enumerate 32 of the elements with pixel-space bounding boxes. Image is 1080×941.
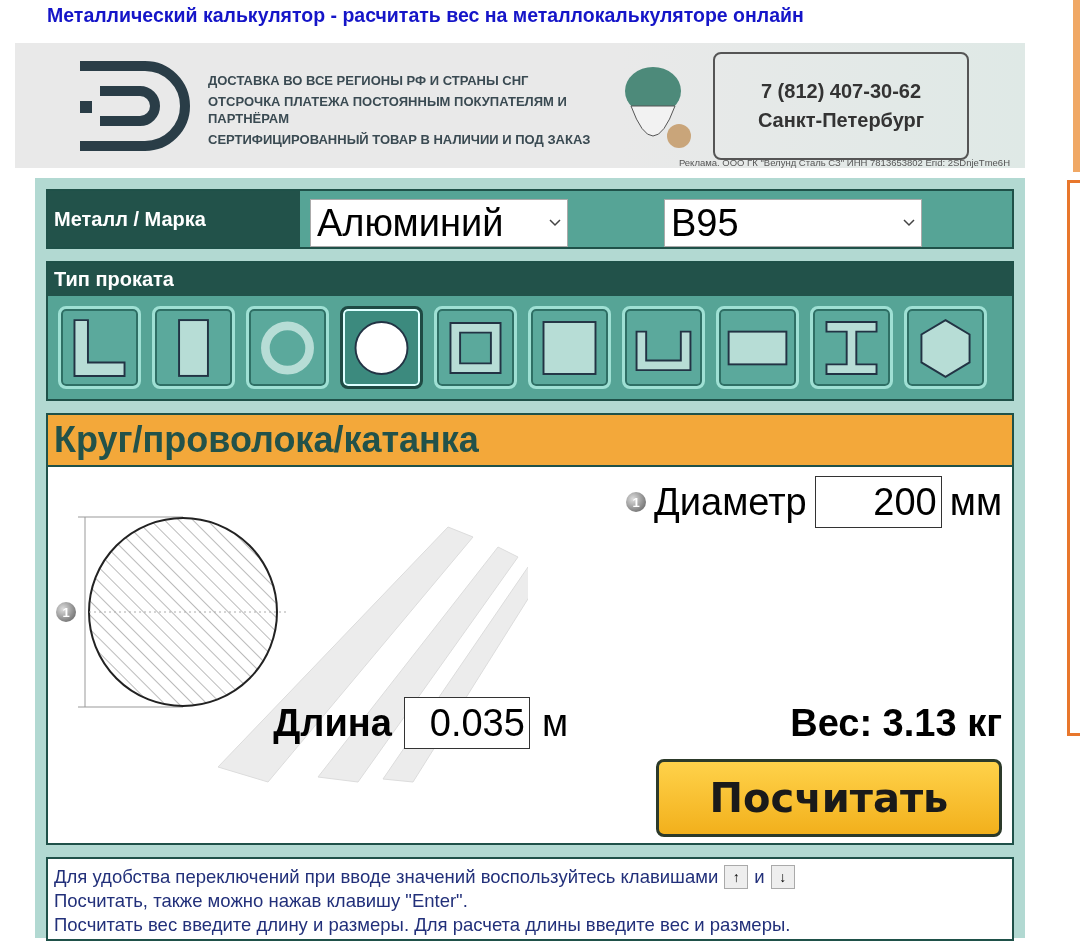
- ad-disclaimer: Реклама. ООО ГК "Велунд Сталь СЗ" ИНН 7813653802 Erid: 2SDnjeTme6H: [678, 157, 1010, 168]
- arrow-up-key: ↑: [724, 865, 749, 889]
- dimension-marker: 1: [56, 602, 76, 622]
- phone-number: 7 (812) 407-30-62: [760, 79, 922, 103]
- help-text: Для удобства переключений при вводе значений воспользуйтесь клавишами: [54, 865, 719, 889]
- profile-type-title: Тип проката: [48, 263, 1012, 296]
- weight-result: Вес: 3.13 кг: [790, 701, 1002, 745]
- grade-select[interactable]: В95: [664, 199, 922, 247]
- ad-text: ДОСТАВКА ВО ВСЕ РЕГИОНЫ РФ И СТРАНЫ СНГ: [208, 73, 530, 90]
- calculate-button[interactable]: Посчитать: [656, 759, 1002, 837]
- city-name: Санкт-Петербург: [757, 108, 925, 132]
- section-title: Круг/проволока/катанка: [48, 415, 1012, 467]
- diameter-input[interactable]: 200: [814, 476, 942, 528]
- length-unit: м: [541, 701, 568, 745]
- diameter-unit: мм: [949, 480, 1002, 524]
- help-text: Посчитать вес введите длину и размеры. Для расчета длины введите вес и размеры.: [54, 913, 792, 937]
- chevron-down-icon: [549, 219, 561, 227]
- ad-text: ОТСРОЧКА ПЛАТЕЖА ПОСТОЯННЫМ ПОКУПАТЕЛЯМ И ПАРТНЁРАМ: [208, 94, 568, 127]
- metal-label: Металл / Марка: [48, 191, 300, 247]
- diameter-label: Диаметр: [654, 480, 807, 524]
- length-label: Длина: [273, 701, 392, 745]
- profile-type-button[interactable]: [340, 306, 423, 389]
- chevron-down-icon: [903, 219, 915, 227]
- arrow-down-key: ↓: [770, 865, 795, 889]
- ad-banner[interactable]: [15, 43, 1025, 168]
- help-text: и: [754, 865, 765, 889]
- help-text: Посчитать, также можно нажав клавишу "Enter".: [54, 889, 469, 913]
- length-input[interactable]: 0.035: [403, 697, 530, 749]
- ad-text: СЕРТИФИЦИРОВАННЫЙ ТОВАР В НАЛИЧИИ И ПОД ЗАКАЗ: [208, 131, 592, 148]
- dimension-marker: 1: [626, 492, 647, 512]
- metal-select[interactable]: Алюминий: [310, 199, 568, 247]
- page-title: Металлический калькулятор - расчитать вес на металлокалькуляторе онлайн: [46, 3, 805, 28]
